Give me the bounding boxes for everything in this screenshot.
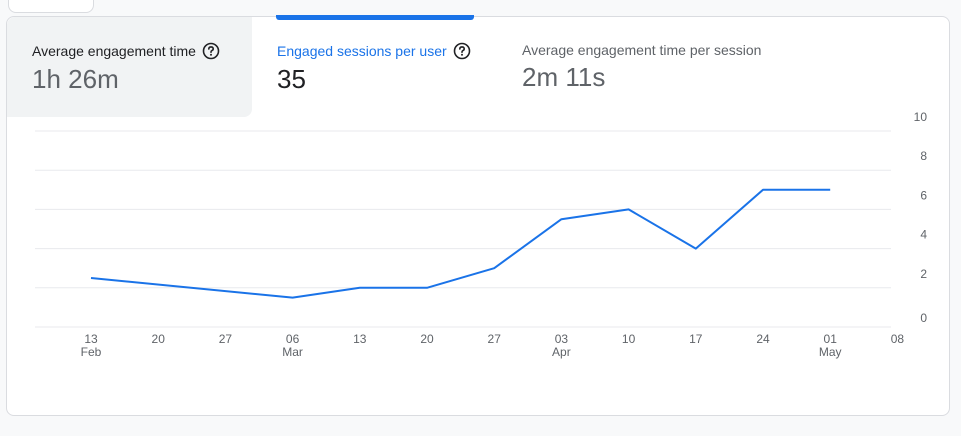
x-tick-label: 03 <box>555 332 569 346</box>
y-tick-label: 2 <box>920 267 927 281</box>
x-tick-sublabel: May <box>819 345 842 359</box>
x-tick-label: 06 <box>286 332 300 346</box>
x-tick-sublabel: Mar <box>282 345 303 359</box>
y-tick-label: 6 <box>920 188 927 202</box>
x-tick-label: 24 <box>756 332 770 346</box>
x-tick-label: 10 <box>622 332 636 346</box>
x-tick-label: 20 <box>152 332 166 346</box>
x-tick-sublabel: Feb <box>81 345 102 359</box>
line-chart: 024681013Feb20 27 06Mar13 20 27 03Apr10 17 24 01… <box>35 110 928 359</box>
y-tick-label: 0 <box>920 311 927 325</box>
series-line <box>90 188 831 299</box>
x-tick-label: 27 <box>219 332 233 346</box>
x-tick-label: 13 <box>84 332 98 346</box>
x-tick-label: 13 <box>353 332 367 346</box>
y-tick-label: 4 <box>920 228 927 242</box>
x-tick-label: 27 <box>488 332 502 346</box>
x-tick-label: 17 <box>689 332 703 346</box>
y-tick-label: 8 <box>920 149 927 163</box>
y-tick-label: 10 <box>914 110 928 124</box>
x-tick-sublabel: Apr <box>552 345 571 359</box>
x-tick-label: 01 <box>824 332 838 346</box>
x-tick-label: 08 <box>891 332 905 346</box>
top-card-stub <box>8 0 94 13</box>
x-tick-label: 20 <box>420 332 434 346</box>
engagement-card: Average engagement time 1h 26m Engaged s… <box>6 15 950 416</box>
